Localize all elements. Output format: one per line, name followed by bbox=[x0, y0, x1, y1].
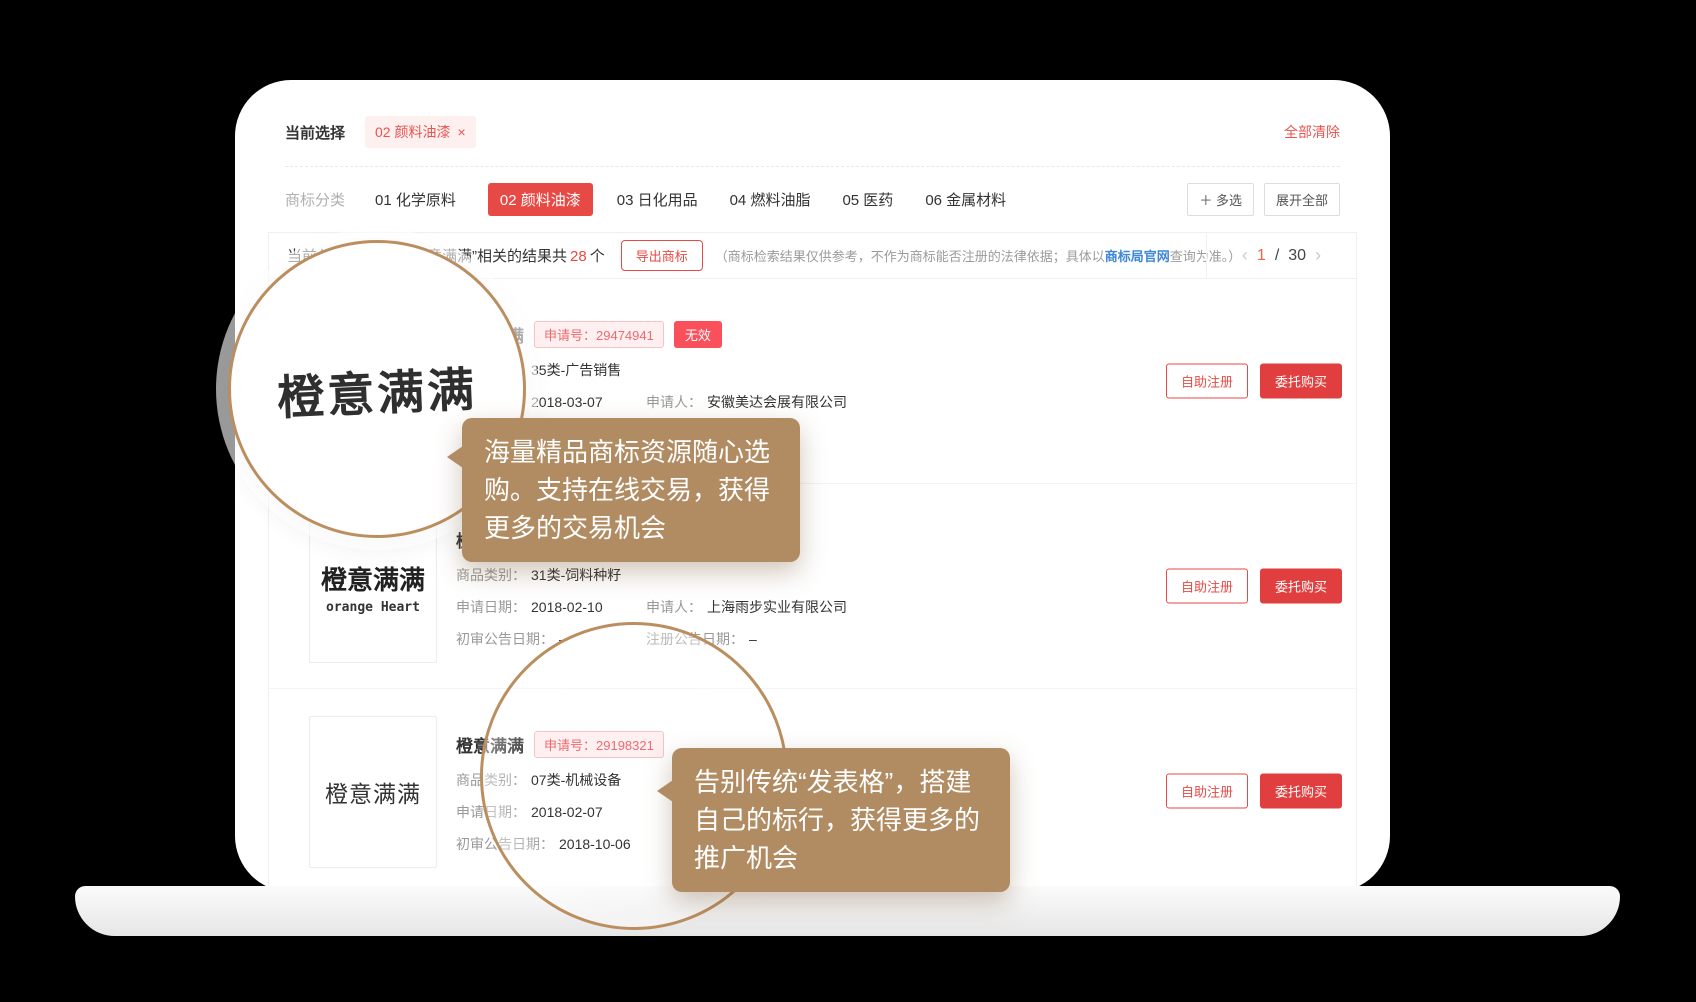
category-actions: ＋ 多选 展开全部 bbox=[1187, 183, 1340, 216]
clear-all-button[interactable]: 全部清除 bbox=[1284, 122, 1340, 142]
current-selection-label: 当前选择 bbox=[285, 122, 345, 143]
export-trademark-button[interactable]: 导出商标 bbox=[621, 240, 703, 271]
applicant-label: 申请人： bbox=[646, 394, 702, 410]
prev-page-icon[interactable]: ‹ bbox=[1242, 245, 1248, 266]
callout-line: 告别传统“发表格”，搭建 bbox=[694, 763, 988, 801]
apply-date-field: 申请日期： 2018-02-10 bbox=[456, 597, 646, 617]
applicant-field: 申请人： 上海雨步实业有限公司 bbox=[646, 597, 847, 617]
row-actions: 自助注册 委托购买 bbox=[1166, 774, 1342, 809]
status-badge: 无效 bbox=[674, 321, 722, 348]
callout-line: 海量精品商标资源随心选 bbox=[484, 433, 778, 471]
first-announce-label: 初审公告日期： bbox=[456, 629, 554, 649]
category-item-06[interactable]: 06 金属材料 bbox=[925, 189, 1006, 210]
callout-line: 购。支持在线交易，获得 bbox=[484, 471, 778, 509]
apply-date-label: 申请日期： bbox=[456, 597, 526, 617]
results-count: 28 bbox=[570, 248, 587, 265]
marketing-canvas: 当前选择 02 颜料油漆 × 全部清除 商标分类 01 化学原料 02 颜料油漆… bbox=[0, 0, 1696, 1002]
selected-filter-tag-text: 02 颜料油漆 bbox=[375, 122, 450, 142]
trademark-thumbnail: 橙意满满 bbox=[309, 716, 437, 868]
category-row-label: 商标分类 bbox=[285, 189, 345, 210]
current-page: 1 bbox=[1257, 247, 1266, 265]
category-item-02-selected[interactable]: 02 颜料油漆 bbox=[488, 183, 593, 216]
applicant-field: 申请人： 安徽美达会展有限公司 bbox=[646, 392, 847, 412]
current-selection-bar: 当前选择 02 颜料油漆 × 全部清除 bbox=[285, 114, 1340, 150]
apply-date-value: 2018-02-10 bbox=[531, 599, 603, 615]
application-number-badge: 申请号：29474941 bbox=[534, 321, 664, 348]
self-register-button[interactable]: 自助注册 bbox=[1166, 364, 1248, 399]
pagination: ‹ 1 / 30 › bbox=[1206, 233, 1356, 278]
goods-label: 商品类别： bbox=[456, 565, 526, 585]
applicant-label: 申请人： bbox=[646, 599, 702, 615]
category-filter-row: 商标分类 01 化学原料 02 颜料油漆 03 日化用品 04 燃料油脂 05 … bbox=[285, 178, 1340, 220]
goods-value: 31类-饲料种籽 bbox=[531, 565, 621, 585]
reg-announce-value: – bbox=[749, 631, 757, 647]
callout-line: 推广机会 bbox=[694, 839, 988, 877]
self-register-button[interactable]: 自助注册 bbox=[1166, 569, 1248, 604]
goods-field: 商品类别：31类-饲料种籽 bbox=[456, 565, 646, 585]
zoomed-trademark-text: 橙意满满 bbox=[276, 350, 479, 428]
category-item-05[interactable]: 05 医药 bbox=[842, 189, 893, 210]
thumbnail-mark-text: 橙意满满 bbox=[321, 560, 425, 597]
row-actions: 自助注册 委托购买 bbox=[1166, 569, 1342, 604]
next-page-icon[interactable]: › bbox=[1315, 245, 1321, 266]
app-no-label: 申请号： bbox=[544, 328, 596, 343]
category-item-04[interactable]: 04 燃料油脂 bbox=[730, 189, 811, 210]
apply-date-value: 2018-03-07 bbox=[531, 394, 603, 410]
disclaimer-note: （商标检索结果仅供参考，不作为商标能否注册的法律依据；具体以商标局官网查询为准。… bbox=[715, 246, 1242, 265]
callout-bubble-promotion: 告别传统“发表格”，搭建 自己的标行，获得更多的 推广机会 bbox=[672, 748, 1010, 892]
trademark-office-link[interactable]: 商标局官网 bbox=[1105, 249, 1170, 264]
applicant-value: 安徽美达会展有限公司 bbox=[707, 394, 847, 410]
close-icon[interactable]: × bbox=[457, 124, 465, 140]
entrust-buy-button[interactable]: 委托购买 bbox=[1260, 364, 1342, 399]
category-item-01[interactable]: 01 化学原料 bbox=[375, 189, 456, 210]
expand-all-button[interactable]: 展开全部 bbox=[1264, 183, 1340, 216]
goods-value: 35类-广告销售 bbox=[531, 360, 621, 380]
callout-line: 自己的标行，获得更多的 bbox=[694, 801, 988, 839]
category-item-03[interactable]: 03 日化用品 bbox=[617, 189, 698, 210]
summary-suffix: 个 bbox=[590, 248, 605, 265]
total-pages: 30 bbox=[1288, 247, 1306, 265]
laptop-base bbox=[75, 886, 1620, 936]
entrust-buy-button[interactable]: 委托购买 bbox=[1260, 569, 1342, 604]
page-separator: / bbox=[1275, 247, 1279, 265]
callout-bubble-marketplace: 海量精品商标资源随心选 购。支持在线交易，获得 更多的交易机会 bbox=[462, 418, 800, 562]
entrust-buy-button[interactable]: 委托购买 bbox=[1260, 774, 1342, 809]
thumbnail-mark-subtext: orange Heart bbox=[326, 600, 420, 615]
selected-filter-tag[interactable]: 02 颜料油漆 × bbox=[365, 116, 476, 148]
row-actions: 自助注册 委托购买 bbox=[1166, 364, 1342, 399]
disclaimer-pre: （商标检索结果仅供参考，不作为商标能否注册的法律依据；具体以 bbox=[715, 249, 1105, 264]
applicant-value: 上海雨步实业有限公司 bbox=[707, 599, 847, 615]
app-no-value: 29474941 bbox=[596, 328, 654, 343]
dashed-divider bbox=[285, 166, 1340, 167]
callout-line: 更多的交易机会 bbox=[484, 509, 778, 547]
thumbnail-mark-text: 橙意满满 bbox=[325, 775, 421, 809]
multi-select-button[interactable]: ＋ 多选 bbox=[1187, 183, 1254, 216]
self-register-button[interactable]: 自助注册 bbox=[1166, 774, 1248, 809]
